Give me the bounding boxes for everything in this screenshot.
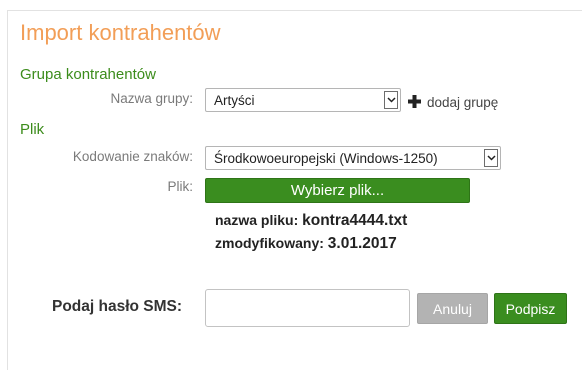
file-section-heading: Plik [20, 121, 45, 138]
add-group-label: dodaj grupę [427, 94, 499, 110]
file-name-row: nazwa pliku: kontra4444.txt [215, 210, 407, 231]
sms-password-input[interactable] [205, 289, 410, 327]
sms-password-label: Podaj hasło SMS: [52, 298, 183, 315]
choose-file-button[interactable]: Wybierz plik... [205, 178, 470, 203]
add-group-link[interactable]: dodaj grupę [408, 92, 498, 112]
group-name-label: Nazwa grupy: [110, 91, 193, 106]
encoding-label: Kodowanie znaków: [72, 149, 193, 164]
group-section-heading: Grupa kontrahentów [20, 66, 156, 83]
group-select[interactable]: Artyści [205, 88, 401, 112]
file-label: Plik: [167, 179, 193, 194]
page-title: Import kontrahentów [20, 20, 221, 45]
file-name-value: kontra4444.txt [302, 212, 408, 229]
encoding-select[interactable]: Środkowoeuropejski (Windows-1250) [205, 146, 501, 170]
plus-icon [408, 93, 421, 111]
cancel-button[interactable]: Anuluj [417, 293, 488, 324]
modified-label: zmodyfikowany: [215, 235, 324, 251]
modified-row: zmodyfikowany: 3.01.2017 [215, 233, 397, 254]
group-select-value: Artyści [214, 93, 255, 108]
chevron-down-icon[interactable] [484, 149, 498, 167]
file-name-label: nazwa pliku: [215, 212, 299, 228]
modified-value: 3.01.2017 [327, 235, 397, 252]
chevron-down-icon[interactable] [384, 91, 398, 109]
sign-button[interactable]: Podpisz [494, 293, 567, 324]
encoding-select-value: Środkowoeuropejski (Windows-1250) [214, 151, 438, 166]
